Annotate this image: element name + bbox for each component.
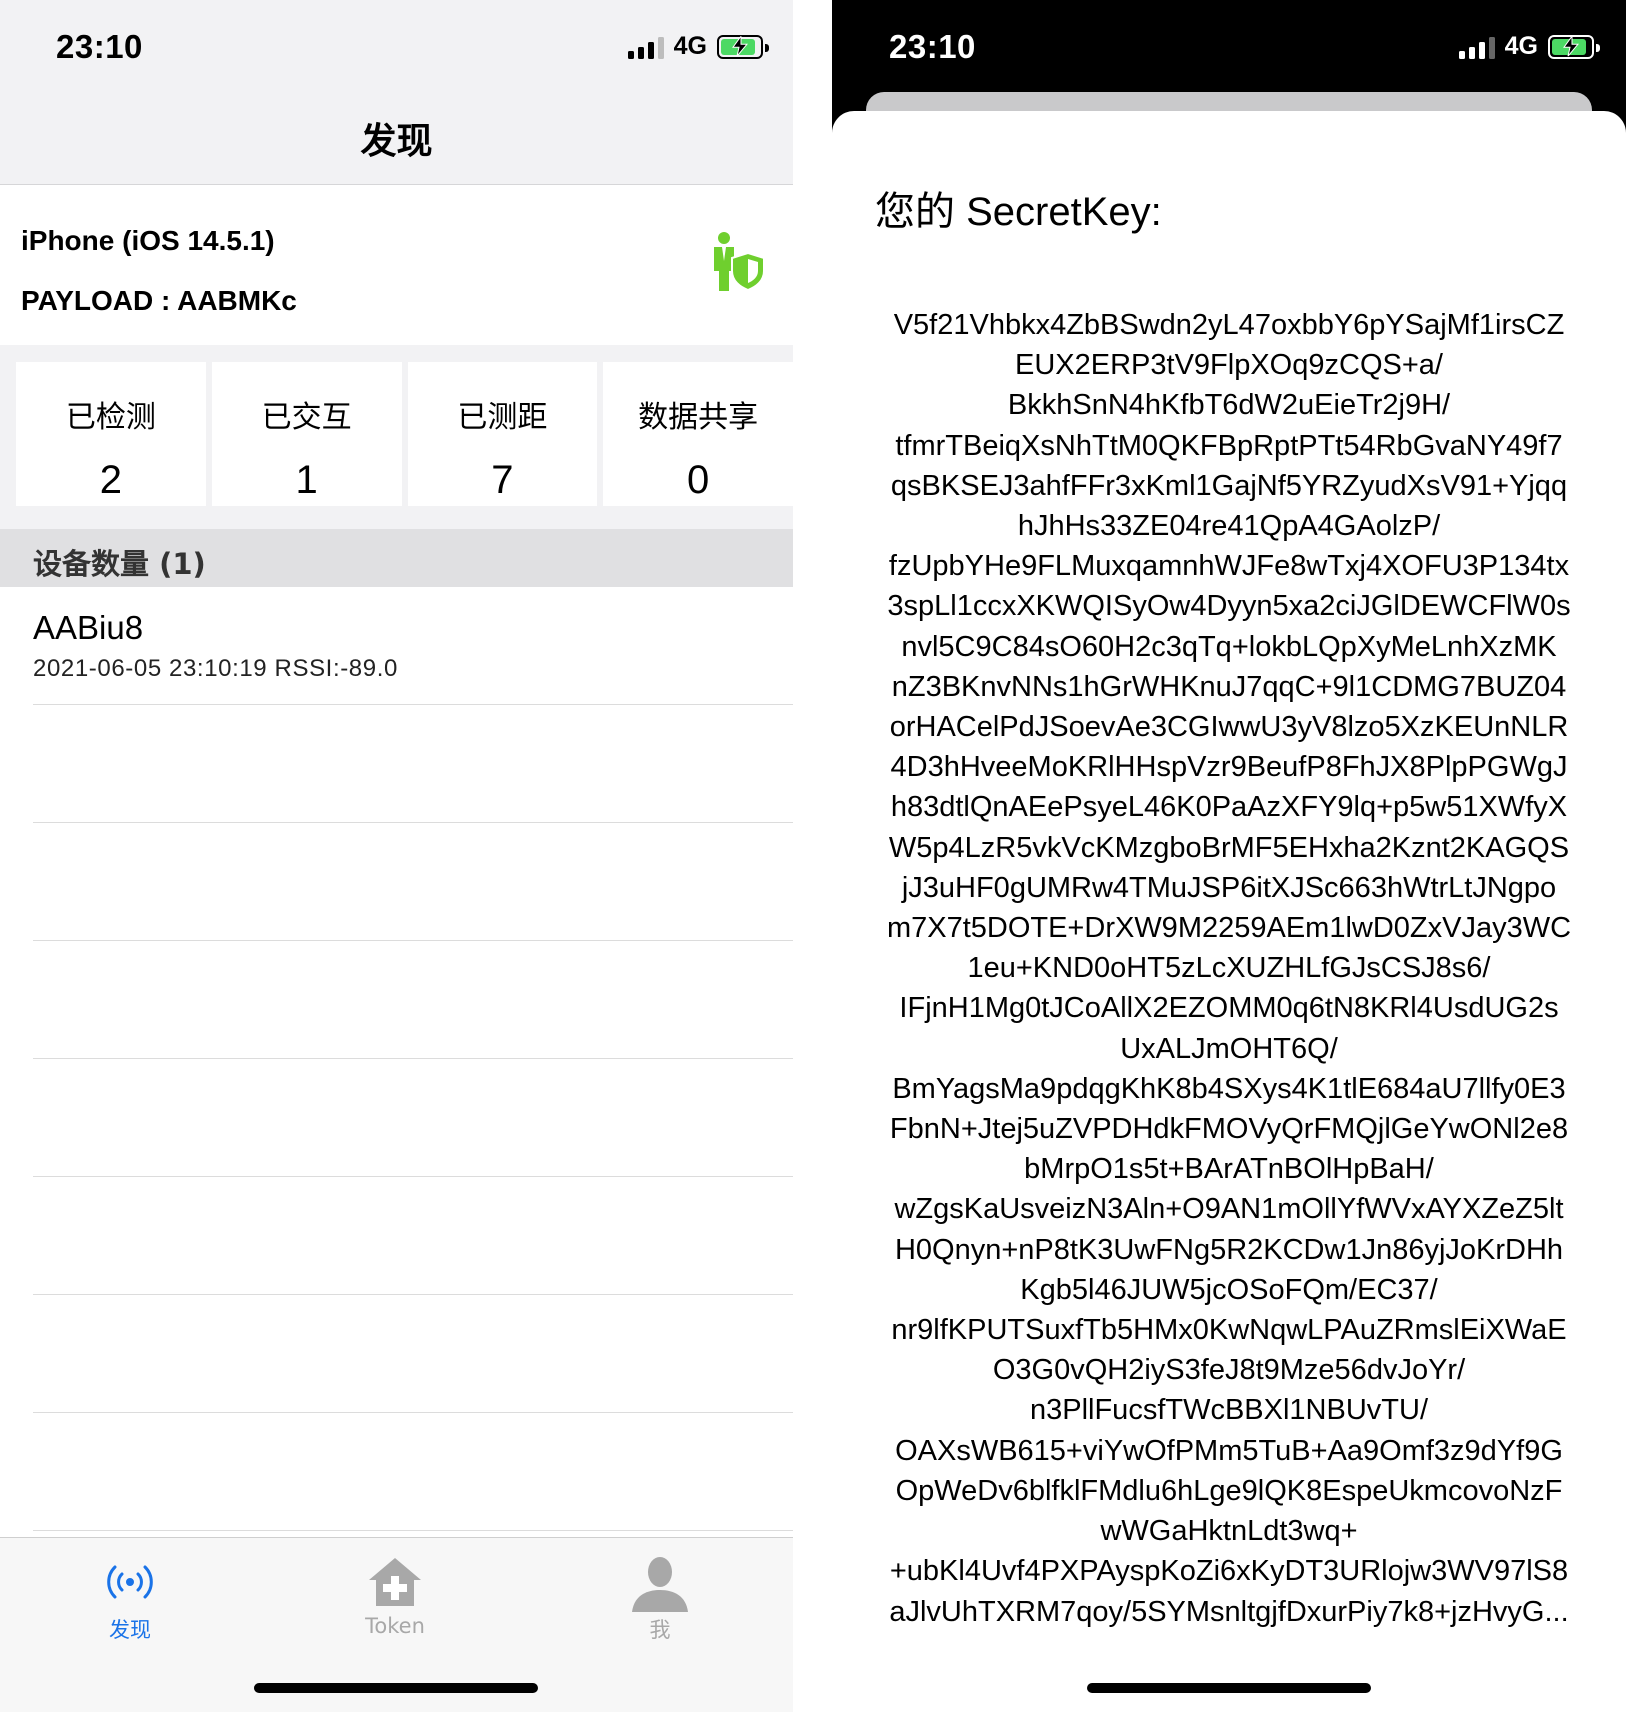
device-meta: 2021-06-05 23:10:19 RSSI:-89.0 — [33, 655, 398, 682]
secret-key-screen: 23:10 4G 您的 SecretKey: V5f21Vhbkx4ZbBSwd… — [832, 0, 1626, 1712]
secret-key-line: +ubKl4Uvf4PXPAyspKoZi6xKyDT3URlojw3WV97l… — [889, 1555, 1569, 1588]
stat-label: 已检测 — [65, 400, 156, 435]
stat-ranged: 已测距 7 — [407, 362, 598, 506]
device-payload: PAYLOAD : AABMKc — [21, 285, 297, 316]
tab-token[interactable]: Token — [315, 1552, 475, 1652]
secret-key-line: UxALJmOHT6Q/ — [1120, 1032, 1338, 1065]
discover-screen: 23:10 4G 发现 iPhone (iOS 14.5.1) PAYLOAD … — [0, 0, 793, 1712]
stat-detected: 已检测 2 — [16, 362, 206, 506]
person-shield-icon[interactable] — [710, 231, 766, 291]
stat-value: 7 — [491, 458, 514, 502]
medical-house-icon — [369, 1558, 421, 1606]
secret-key-line: n3PllFucsfTWcBBXl1NBUvTU/ — [1029, 1394, 1428, 1427]
secret-key-line: qsBKSEJ3ahfFFr3xKml1GajNf5YRZyudXsV91+Yj… — [890, 469, 1568, 502]
cellular-signal-icon — [627, 35, 664, 59]
secret-key-line: W5p4LzR5vkVcKMzgboBrMF5EHxha2Kznt2KAGQS — [888, 831, 1570, 864]
device-info-card: iPhone (iOS 14.5.1) PAYLOAD : AABMKc — [0, 185, 793, 345]
network-type: 4G — [1504, 32, 1538, 60]
device-name: iPhone (iOS 14.5.1) — [21, 225, 275, 256]
tab-discover[interactable]: 发现 — [50, 1552, 210, 1652]
status-time: 23:10 — [889, 28, 976, 65]
secret-key-line: IFjnH1Mg0tJCoAllX2EZOMM0q6tN8KRl4UsdUG2s — [899, 992, 1559, 1025]
device-id: AABiu8 — [33, 609, 144, 646]
status-time: 23:10 — [56, 28, 143, 65]
secret-key-line: nZ3BKnvNNs1hGrWHKnuJ7qqC+9l1CDMG7BUZ04 — [891, 670, 1567, 703]
sheet-title: 您的 SecretKey: — [875, 190, 1162, 234]
secret-key-line: bMrpO1s5t+BArATnBOlHpBaH/ — [1024, 1153, 1434, 1186]
secret-key-line: 1eu+KND0oHT5zLcXUZHLfGJsCSJ8s6/ — [967, 952, 1491, 985]
row-divider — [33, 1530, 793, 1531]
device-list: AABiu8 2021-06-05 23:10:19 RSSI:-89.0 — [0, 587, 793, 1539]
battery-charging-icon — [1548, 34, 1600, 59]
empty-row — [0, 1413, 793, 1531]
secret-key-sheet[interactable]: 您的 SecretKey: V5f21Vhbkx4ZbBSwdn2yL47oxb… — [832, 111, 1626, 1712]
stats-row: 已检测 2 已交互 1 已测距 7 数据共享 0 — [16, 362, 793, 506]
empty-row — [0, 1295, 793, 1413]
empty-row — [0, 941, 793, 1059]
secret-key-line: BmYagsMa9pdqgKhK8b4SXys4K1tlE684aU7llfy0… — [892, 1072, 1566, 1105]
list-item[interactable]: AABiu8 2021-06-05 23:10:19 RSSI:-89.0 — [0, 587, 793, 705]
secret-key-line: fzUpbYHe9FLMuxqamnhWJFe8wTxj4XOFU3P134tx — [888, 550, 1570, 583]
empty-row — [0, 1059, 793, 1177]
secret-key-text: V5f21Vhbkx4ZbBSwdn2yL47oxbbY6pYSajMf1irs… — [842, 305, 1616, 1632]
stat-value: 1 — [295, 458, 318, 502]
tab-label: 发现 — [109, 1618, 151, 1642]
secret-key-line: 4D3hHveeMoKRlHHspVzr9BeufP8FhJX8PlpPGWgJ — [890, 751, 1568, 784]
secret-key-line: 3spLl1ccxXKWQISyOw4Dyyn5xa2ciJGlDEWCFlW0… — [887, 590, 1571, 623]
secret-key-line: BkkhSnN4hKfbT6dW2uEieTr2j9H/ — [1007, 389, 1451, 422]
broadcast-icon — [107, 1565, 153, 1599]
secret-key-line: nvl5C9C84sO60H2c3qTq+lokbLQpXyMeLnhXzMK — [901, 630, 1557, 663]
page-title: 发现 — [360, 121, 433, 162]
secret-key-line: Kgb5l46JUW5jcOSoFQm/EC37/ — [1020, 1273, 1438, 1306]
secret-key-line: H0Qnyn+nP8tK3UwFNg5R2KCDw1Jn86yjJoKrDHh — [894, 1233, 1564, 1266]
tab-label: 我 — [649, 1618, 671, 1642]
secret-key-line: EUX2ERP3tV9FlpXOq9zCQS+a/ — [1015, 349, 1443, 382]
secret-key-line: V5f21Vhbkx4ZbBSwdn2yL47oxbbY6pYSajMf1irs… — [893, 309, 1565, 341]
person-icon — [632, 1557, 688, 1612]
stat-label: 数据共享 — [638, 400, 759, 435]
secret-key-line: O3G0vQH2iyS3feJ8t9Mze56dvJoYr/ — [992, 1354, 1466, 1387]
secret-key-line: nr9lfKPUTSuxfTb5HMx0KwNqwLPAuZRmslEiXWaE — [891, 1314, 1567, 1347]
network-type: 4G — [673, 32, 707, 60]
secret-key-line: h83dtlQnAEePsyeL46K0PaAzXFY9lq+p5w51XWfy… — [890, 791, 1568, 824]
empty-row — [0, 705, 793, 823]
stat-label: 已交互 — [261, 400, 352, 435]
home-indicator[interactable] — [254, 1683, 538, 1693]
empty-row — [0, 1177, 793, 1295]
stat-interacted: 已交互 1 — [211, 362, 402, 506]
empty-row — [0, 823, 793, 941]
secret-key-line: tfmrTBeiqXsNhTtM0QKFBpRptPTt54RbGvaNY49f… — [895, 429, 1563, 462]
secret-key-line: jJ3uHF0gUMRw4TMuJSP6itXJSc663hWtrLtJNgpo — [901, 871, 1557, 904]
secret-key-line: aJlvUhTXRM7qoy/5SYMsnltgjfDxurPiy7k8+jzH… — [889, 1595, 1569, 1628]
secret-key-line: hJhHs33ZE04re41QpA4GAolzP/ — [1017, 510, 1441, 543]
section-title: 设备数量 (1) — [33, 547, 206, 581]
stat-value: 2 — [99, 458, 122, 502]
secret-key-line: OAXsWB615+viYwOfPMm5TuB+Aa9Omf3z9dYf9G — [895, 1434, 1563, 1467]
status-icons: 4G — [627, 32, 769, 61]
cellular-signal-icon — [1458, 35, 1495, 59]
device-count-header: 设备数量 (1) — [0, 529, 793, 587]
secret-key-line: wWGaHktnLdt3wq+ — [1100, 1515, 1358, 1548]
secret-key-line: m7X7t5DOTE+DrXW9M2259AEm1lwD0ZxVJay3WC — [886, 912, 1572, 945]
secret-key-line: wZgsKaUsveizN3Aln+O9AN1mOllYfWVxAYXZeZ5l… — [894, 1193, 1564, 1226]
stat-label: 已测距 — [457, 400, 548, 435]
battery-charging-icon — [717, 34, 769, 59]
secret-key-line: FbnN+Jtej5uZVPDHdkFMOVyQrFMQjlGeYwONl2e8 — [889, 1113, 1569, 1146]
status-icons: 4G — [1458, 32, 1600, 61]
secret-key-line: orHACelPdJSoevAe3CGIwwU3yV8lzo5XzKEUnNLR — [889, 711, 1569, 744]
tab-label: Token — [365, 1614, 425, 1638]
status-bar: 23:10 4G — [832, 0, 1626, 95]
stat-data-shared: 数据共享 0 — [603, 362, 793, 506]
tab-me[interactable]: 我 — [580, 1552, 740, 1652]
stat-value: 0 — [687, 458, 710, 502]
secret-key-line: OpWeDv6blfklFMdlu6hLge9lQK8EspeUkmcovoNz… — [895, 1474, 1563, 1507]
home-indicator[interactable] — [1087, 1683, 1371, 1693]
status-bar: 23:10 4G — [0, 0, 793, 95]
